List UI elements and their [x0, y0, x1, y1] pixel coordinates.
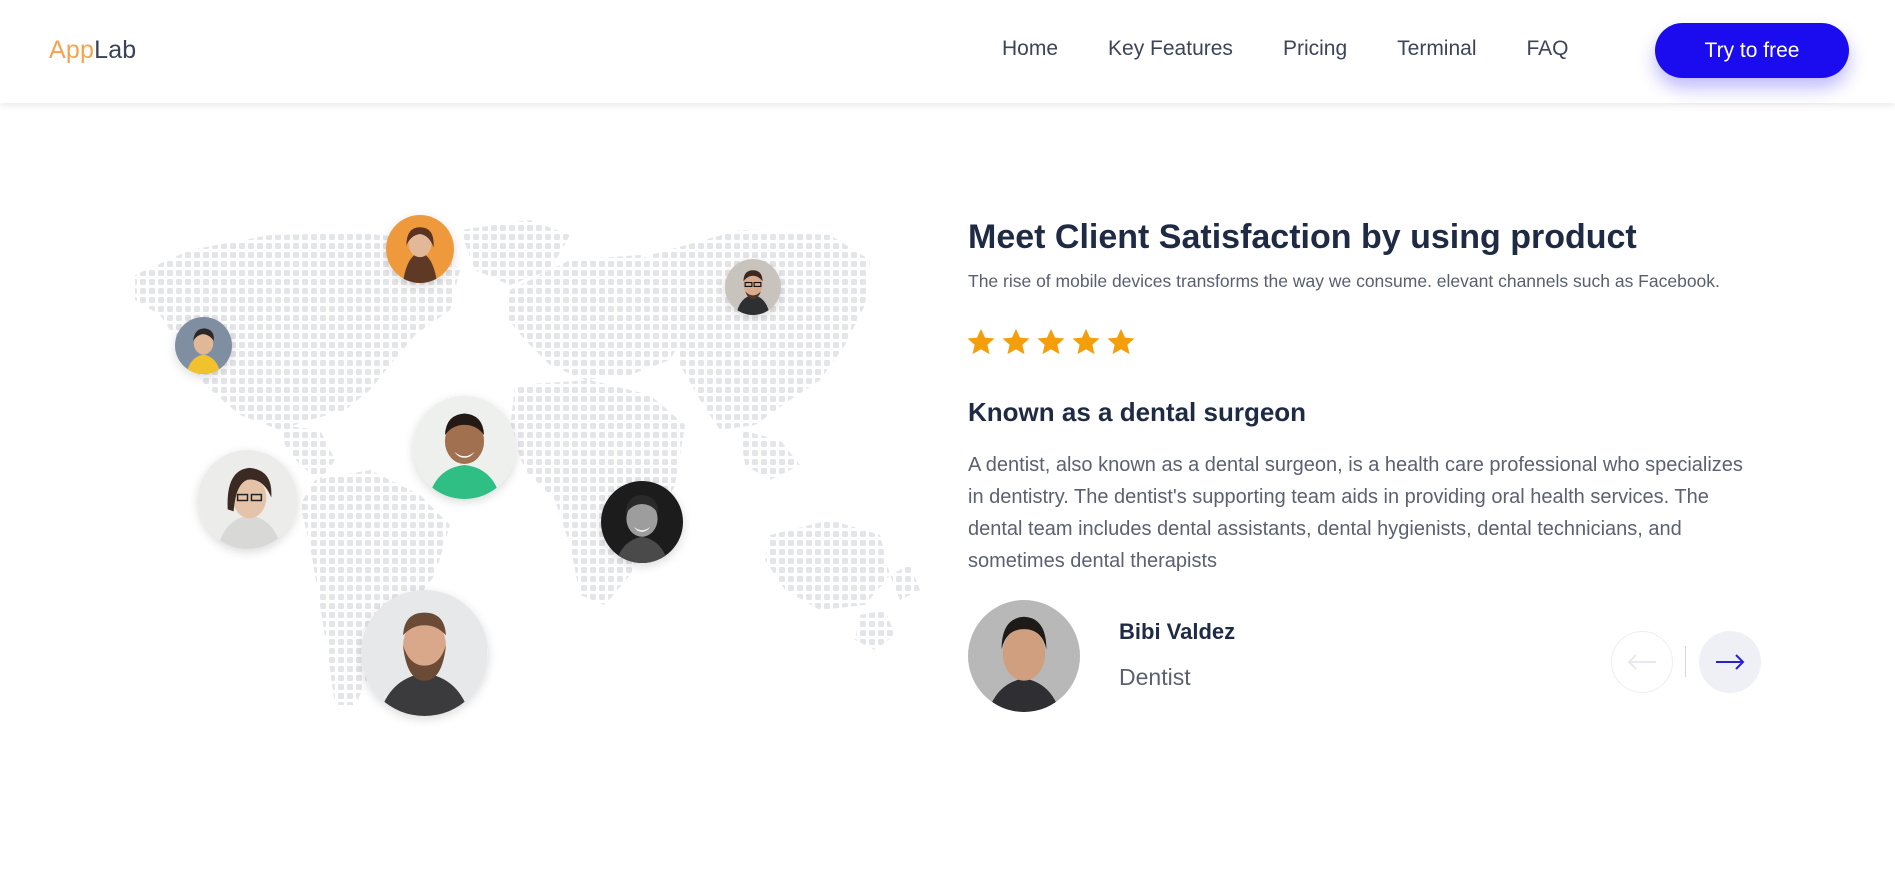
section-title: Meet Client Satisfaction by using produc…: [968, 218, 1637, 256]
section-subtitle: The rise of mobile devices transforms th…: [968, 271, 1720, 291]
nav-faq[interactable]: FAQ: [1527, 37, 1569, 61]
avatar-bearded-man: [361, 590, 488, 716]
prev-button[interactable]: [1611, 631, 1673, 693]
role-heading: Known as a dental surgeon: [968, 397, 1307, 427]
person-name: Bibi Valdez: [1119, 619, 1236, 644]
nav-pricing[interactable]: Pricing: [1283, 37, 1347, 61]
avatar-young-man: [175, 317, 232, 374]
avatar-bw-man: [601, 481, 683, 563]
avatar-woman-orange: [386, 215, 454, 283]
person-title: Dentist: [1119, 664, 1191, 690]
avatar-man-glasses: [725, 259, 781, 315]
logo-app-text: App: [49, 36, 95, 64]
star-icon: [1072, 328, 1100, 355]
person-avatar: [968, 600, 1080, 712]
next-button[interactable]: [1699, 631, 1761, 693]
star-icon: [1107, 328, 1135, 355]
main-nav: Home Key Features Pricing Terminal FAQ: [1002, 37, 1619, 61]
logo-lab-text: Lab: [94, 36, 137, 64]
nav-home[interactable]: Home: [1002, 37, 1058, 61]
testimonial-description: A dentist, also known as a dental surgeo…: [968, 454, 1743, 572]
logo[interactable]: AppLab: [49, 36, 136, 65]
nav-key-features[interactable]: Key Features: [1108, 37, 1233, 61]
avatar-woman-glasses: [198, 450, 297, 549]
rating-stars: [966, 327, 1141, 357]
arrow-divider: [1685, 646, 1686, 677]
star-icon: [967, 328, 995, 355]
try-free-button[interactable]: Try to free: [1655, 23, 1849, 78]
star-icon: [1002, 328, 1030, 355]
nav-terminal[interactable]: Terminal: [1397, 37, 1476, 61]
star-icon: [1037, 328, 1065, 355]
avatar-smiling-man: [413, 396, 516, 499]
arrow-right-icon: [1716, 654, 1745, 670]
arrow-left-icon: [1627, 654, 1656, 670]
site-header: AppLab Home Key Features Pricing Termina…: [0, 0, 1895, 103]
